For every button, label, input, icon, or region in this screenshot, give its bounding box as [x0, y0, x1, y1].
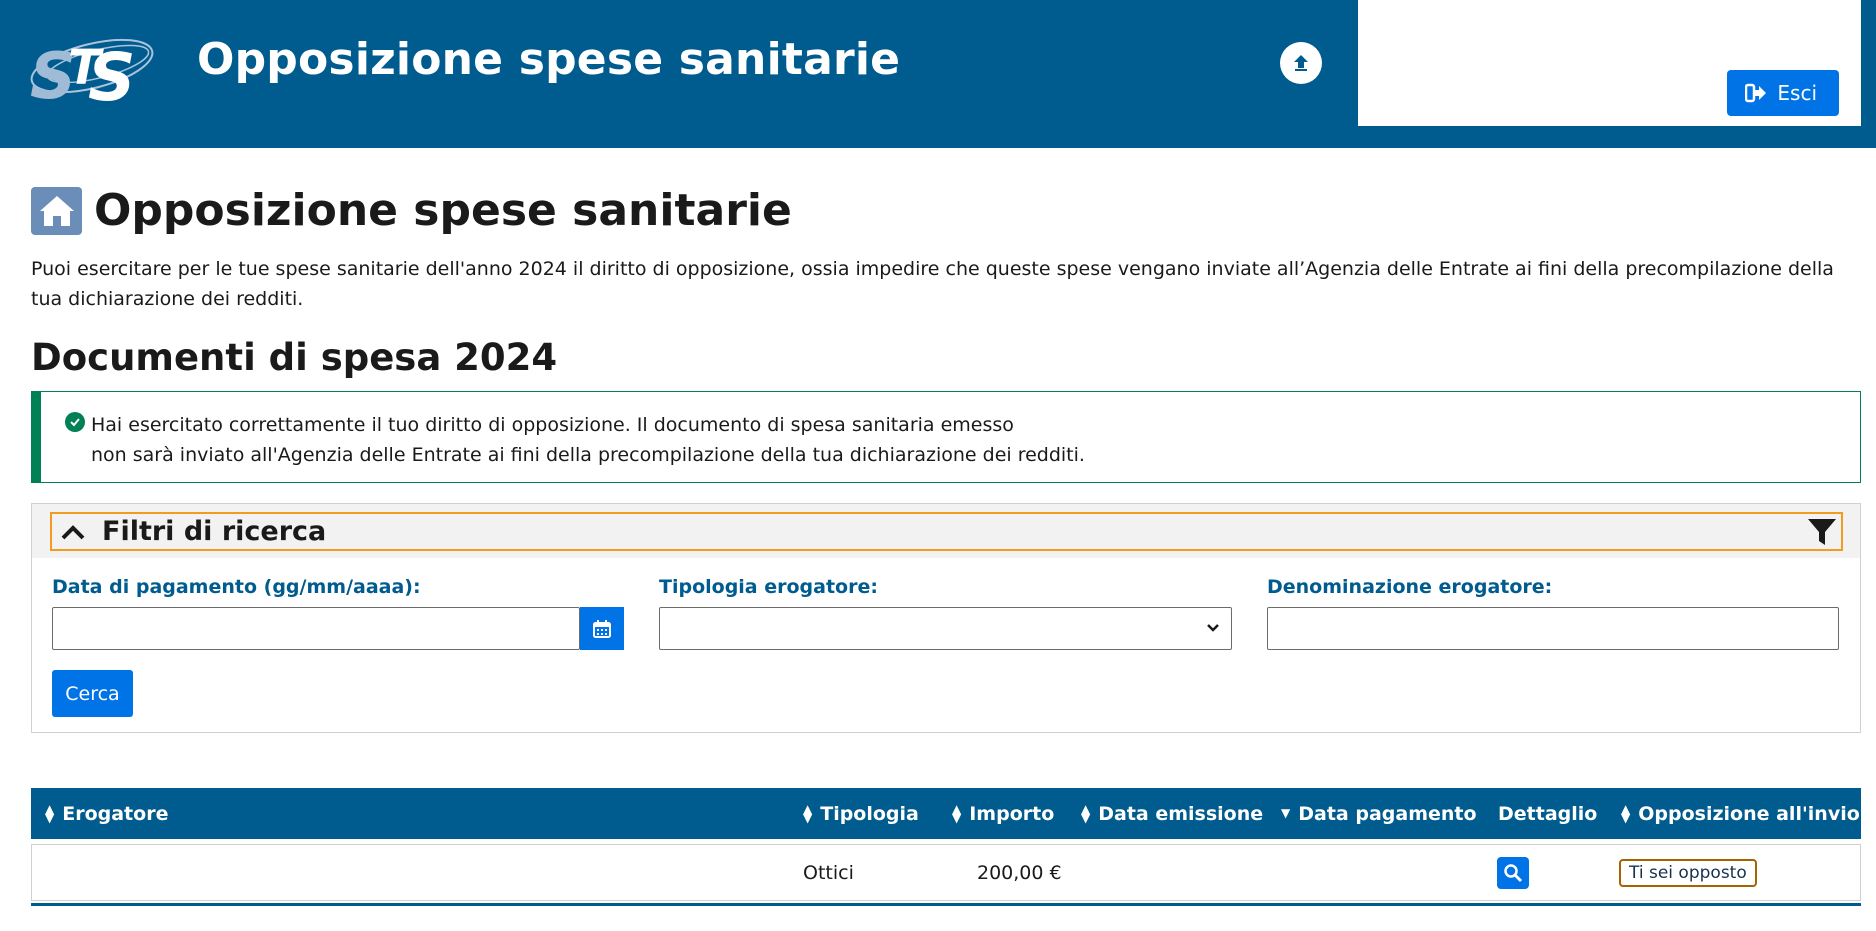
intro-text: Puoi esercitare per le tue spese sanitar… [31, 258, 1834, 310]
cell-tipologia: Ottici [803, 861, 854, 884]
table-header: ▲ ▼ Erogatore ▲ ▼ Tipologia ▲ ▼ Importo ▲ ▼ … [31, 788, 1861, 839]
sort-icon: ▲ ▼ [803, 801, 813, 825]
calendar-icon [593, 619, 611, 638]
alert-text: Hai esercitato correttamente il tuo diri… [91, 410, 1085, 470]
section-title: Documenti di spesa 2024 [31, 336, 558, 379]
sort-icon: ▲ ▼ [952, 801, 962, 825]
user-area: Esci [1358, 0, 1861, 126]
detail-button[interactable] [1497, 856, 1529, 889]
logout-button[interactable]: Esci [1727, 70, 1839, 116]
provider-type-label: Tipologia erogatore: [659, 576, 878, 598]
page-title-row: Opposizione spese sanitarie [31, 185, 792, 236]
chevron-up-icon [61, 524, 85, 539]
col-opposizione[interactable]: ▲ ▼ Opposizione all'invio [1621, 788, 1860, 839]
filter-header: Filtri di ricerca [32, 504, 1860, 558]
provider-name-input[interactable] [1267, 607, 1839, 650]
filter-icon [1808, 519, 1836, 545]
app-title: Opposizione spese sanitarie [197, 34, 901, 85]
col-importo[interactable]: ▲ ▼ Importo [952, 788, 1054, 839]
payment-date-input[interactable] [52, 607, 580, 650]
col-data-pagamento[interactable]: ▼ Data pagamento [1281, 788, 1477, 839]
col-erogatore[interactable]: ▲ ▼ Erogatore [45, 788, 168, 839]
chevron-down-icon [1207, 624, 1219, 632]
provider-name-label: Denominazione erogatore: [1267, 576, 1553, 598]
home-icon[interactable] [31, 186, 82, 235]
sort-desc-icon: ▼ [1281, 806, 1291, 820]
alert-line-2: non sarà inviato all'Agenzia delle Entra… [91, 444, 1085, 466]
search-icon [1504, 863, 1523, 882]
filter-title: Filtri di ricerca [102, 516, 327, 547]
cell-opposizione: Ti sei opposto [1619, 845, 1757, 900]
provider-type-select[interactable] [659, 607, 1232, 650]
svg-text:S: S [88, 39, 136, 110]
alert-line-1: Hai esercitato correttamente il tuo diri… [91, 414, 1014, 436]
sign-out-icon [1745, 83, 1767, 103]
col-data-emissione[interactable]: ▲ ▼ Data emissione [1081, 788, 1263, 839]
table-row: Ottici 200,00 € Ti sei opposto [31, 844, 1861, 901]
app-header: S T S Opposizione spese sanitarie Esci [0, 0, 1876, 148]
sort-icon: ▲ ▼ [1081, 801, 1091, 825]
check-circle-icon [65, 412, 85, 432]
date-label: Data di pagamento (gg/mm/aaaa): [52, 576, 421, 598]
cell-dettaglio [1497, 845, 1529, 900]
page-title: Opposizione spese sanitarie [94, 185, 792, 236]
upload-icon [1294, 55, 1308, 71]
filter-toggle[interactable]: Filtri di ricerca [50, 512, 1843, 551]
cell-importo: 200,00 € [977, 861, 1062, 884]
upload-button[interactable] [1280, 42, 1322, 84]
success-alert: Hai esercitato correttamente il tuo diri… [31, 391, 1861, 483]
sort-icon: ▲ ▼ [1621, 801, 1631, 825]
opposed-badge[interactable]: Ti sei opposto [1619, 858, 1757, 887]
col-tipologia[interactable]: ▲ ▼ Tipologia [803, 788, 919, 839]
sort-icon: ▲ ▼ [45, 801, 55, 825]
table-bottom-border [31, 903, 1861, 906]
col-dettaglio: Dettaglio [1498, 802, 1598, 825]
logout-label: Esci [1777, 81, 1817, 105]
sts-logo: S T S [30, 38, 154, 110]
search-button[interactable]: Cerca [52, 670, 133, 717]
calendar-button[interactable] [580, 607, 624, 650]
